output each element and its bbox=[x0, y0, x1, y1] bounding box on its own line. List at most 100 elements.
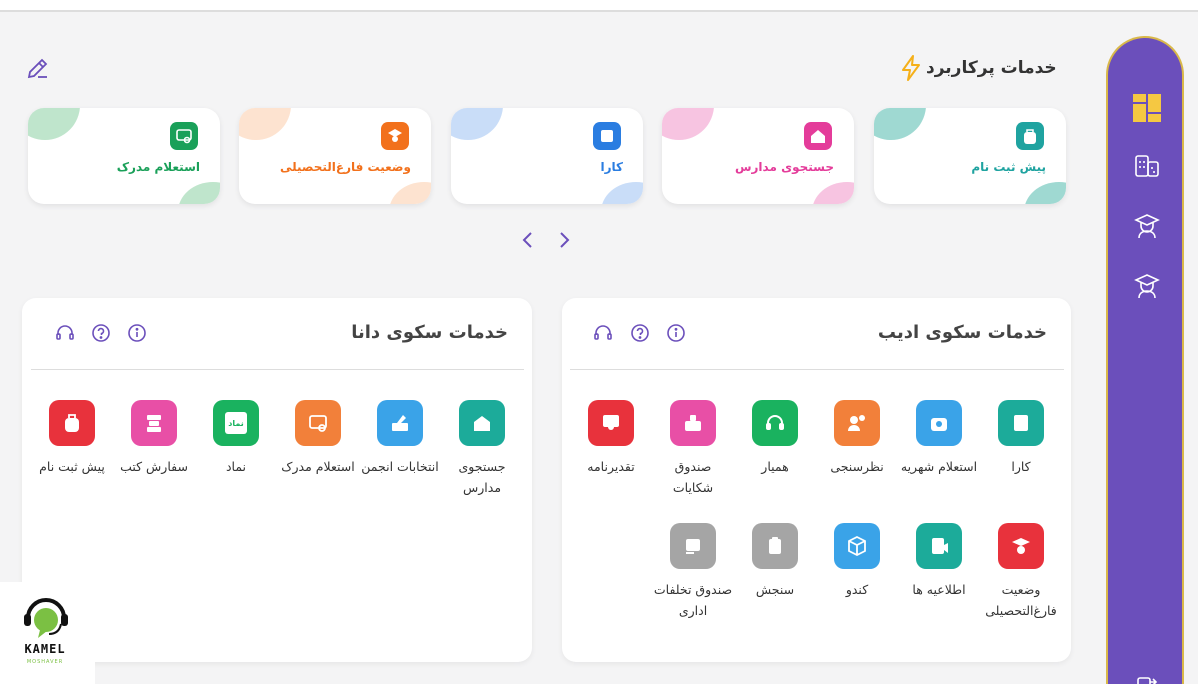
card-label: وضعیت فارغ‌التحصیلی bbox=[279, 160, 411, 174]
card-label: کارا bbox=[600, 160, 623, 174]
service-label: نظرسنجی bbox=[830, 459, 884, 474]
service-label: انتخابات انجمن bbox=[361, 459, 439, 474]
quick-card-kara[interactable]: کارا bbox=[451, 108, 643, 204]
prev-button[interactable] bbox=[516, 228, 540, 252]
top-bar bbox=[0, 0, 1198, 12]
quick-card-preregister[interactable]: پیش ثبت نام bbox=[874, 108, 1066, 204]
service-label: صندوق شکایات bbox=[672, 459, 714, 495]
card-label: جستجوی مدارس bbox=[734, 160, 834, 174]
kamel-logo[interactable]: KAMEL MOSHAVER bbox=[0, 582, 95, 684]
sidebar-item-dashboard[interactable] bbox=[1108, 88, 1186, 128]
service-award[interactable]: تقدیرنامه bbox=[571, 400, 651, 477]
service-assessment[interactable]: سنجش bbox=[735, 523, 815, 600]
books-icon bbox=[131, 400, 177, 446]
question-icon bbox=[631, 324, 649, 342]
service-label: پیش ثبت نام bbox=[39, 459, 105, 474]
service-kara[interactable]: کارا bbox=[981, 400, 1061, 477]
service-kandoo[interactable]: کندو bbox=[817, 523, 897, 600]
ballot-icon bbox=[377, 400, 423, 446]
service-books[interactable]: سفارش کتب bbox=[114, 400, 194, 477]
pencil-icon bbox=[27, 58, 48, 79]
info-button[interactable] bbox=[665, 322, 687, 344]
namad-badge: نماد bbox=[225, 412, 247, 434]
tuition-icon bbox=[916, 400, 962, 446]
section-title: خدمات پرکاربرد bbox=[900, 54, 1060, 82]
school-icon bbox=[804, 122, 832, 150]
award-icon bbox=[588, 400, 634, 446]
sidebar-item-student[interactable] bbox=[1108, 266, 1186, 306]
service-elections[interactable]: انتخابات انجمن bbox=[360, 400, 440, 477]
service-label: وضعیت فارغ‌التحصیلی bbox=[985, 582, 1057, 618]
graduate-icon bbox=[998, 523, 1044, 569]
service-complaints[interactable]: صندوق شکایات bbox=[653, 400, 733, 498]
backpack-icon bbox=[49, 400, 95, 446]
quick-card-certificate[interactable]: استعلام مدرک bbox=[28, 108, 220, 204]
service-announcements[interactable]: اطلاعیه ها bbox=[899, 523, 979, 600]
survey-icon bbox=[834, 400, 880, 446]
info-button[interactable] bbox=[126, 322, 148, 344]
panel-adib: خدمات سکوی ادیب کارا استعلام شهریه نظرسن… bbox=[562, 298, 1071, 662]
edit-button[interactable] bbox=[26, 56, 50, 80]
card-label: پیش ثبت نام bbox=[971, 160, 1046, 174]
service-school-search[interactable]: جستجوی مدارس bbox=[442, 400, 522, 498]
headset-icon bbox=[594, 325, 612, 340]
certificate-icon bbox=[170, 122, 198, 150]
graduate-icon bbox=[1134, 214, 1160, 239]
section-title-label: خدمات پرکاربرد bbox=[926, 58, 1057, 78]
next-button[interactable] bbox=[552, 228, 576, 252]
card-blob bbox=[601, 182, 643, 204]
support-button[interactable] bbox=[54, 322, 76, 344]
chevron-left-icon bbox=[522, 232, 532, 248]
quick-card-school-search[interactable]: جستجوی مدارس bbox=[662, 108, 854, 204]
certificate-icon bbox=[295, 400, 341, 446]
service-label: استعلام مدرک bbox=[281, 459, 355, 474]
violation-box-icon bbox=[670, 523, 716, 569]
service-certificate[interactable]: استعلام مدرک bbox=[278, 400, 358, 477]
help-button[interactable] bbox=[90, 322, 112, 344]
card-blob bbox=[812, 182, 854, 204]
panel-title: خدمات سکوی ادیب bbox=[877, 322, 1047, 343]
chevron-right-icon bbox=[560, 232, 570, 248]
service-graduation[interactable]: وضعیت فارغ‌التحصیلی bbox=[981, 523, 1061, 621]
building-icon bbox=[1135, 155, 1159, 177]
panel-dana: خدمات سکوی دانا جستجوی مدارس انتخابات ان… bbox=[22, 298, 532, 662]
sidebar-item-teacher[interactable] bbox=[1108, 206, 1186, 246]
service-label: صندوق تخلفات اداری bbox=[653, 582, 733, 618]
namad-icon: نماد bbox=[213, 400, 259, 446]
chat-support-icon bbox=[24, 598, 68, 638]
kamel-name: KAMEL bbox=[24, 642, 66, 656]
sidebar-item-bottom[interactable] bbox=[1108, 664, 1186, 684]
card-blob bbox=[239, 108, 291, 140]
sidebar-item-buildings[interactable] bbox=[1108, 146, 1186, 186]
headset-icon bbox=[752, 400, 798, 446]
service-survey[interactable]: نظرسنجی bbox=[817, 400, 897, 477]
service-label: نماد bbox=[225, 459, 247, 474]
service-label: استعلام شهریه bbox=[900, 459, 978, 474]
sidebar bbox=[1106, 36, 1184, 684]
logout-icon bbox=[1137, 677, 1158, 684]
card-blob bbox=[1024, 182, 1066, 204]
graduate-icon bbox=[381, 122, 409, 150]
announce-icon bbox=[916, 523, 962, 569]
help-button[interactable] bbox=[629, 322, 651, 344]
service-label: جستجوی مدارس bbox=[458, 459, 506, 495]
service-tuition[interactable]: استعلام شهریه bbox=[899, 400, 979, 477]
card-label: استعلام مدرک bbox=[116, 160, 200, 174]
service-label: تقدیرنامه bbox=[587, 459, 635, 474]
dashboard-icon bbox=[1133, 94, 1161, 122]
graduate-icon bbox=[1134, 274, 1160, 299]
support-button[interactable] bbox=[592, 322, 614, 344]
info-icon bbox=[667, 324, 685, 342]
service-label: اطلاعیه ها bbox=[912, 582, 966, 597]
kara-icon bbox=[998, 400, 1044, 446]
divider bbox=[570, 369, 1064, 370]
service-violations[interactable]: صندوق تخلفات اداری bbox=[653, 523, 733, 621]
school-icon bbox=[459, 400, 505, 446]
backpack-icon bbox=[1016, 122, 1044, 150]
service-namad[interactable]: نماد نماد bbox=[196, 400, 276, 477]
service-label: همیار bbox=[761, 459, 789, 474]
quick-card-graduation[interactable]: وضعیت فارغ‌التحصیلی bbox=[239, 108, 431, 204]
service-hamyar[interactable]: همیار bbox=[735, 400, 815, 477]
kamel-sub: MOSHAVER bbox=[26, 659, 64, 665]
service-preregister[interactable]: پیش ثبت نام bbox=[32, 400, 112, 477]
